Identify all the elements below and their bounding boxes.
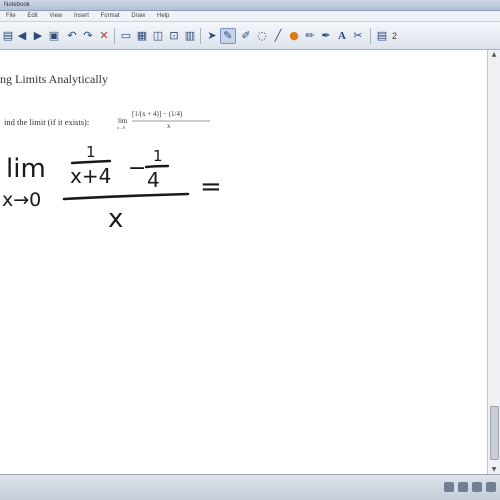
menu-help[interactable]: Help [157,11,169,21]
pen-icon[interactable]: ✎ [220,28,236,44]
window-titlebar: Notebook [0,0,500,11]
magic-pen-icon[interactable]: ✒ [318,28,334,44]
menu-view[interactable]: View [49,11,62,21]
toolbar-separator [200,28,201,44]
next-page-icon[interactable]: ▶ [30,28,46,44]
eraser-icon[interactable]: ◌ [254,28,270,44]
menu-bar: File Edit View Insert Format Draw Help [0,11,500,22]
select-icon[interactable]: ➤ [204,28,220,44]
monitor-icon[interactable]: ◫ [150,28,166,44]
ink-frac1-num: 1 [86,145,96,161]
typed-denominator: x [167,122,171,130]
text-icon[interactable]: A [334,28,350,44]
handwritten-work: lim x→0 1 x+4 − 1 4 x = [2,145,222,234]
toolbar-separator [370,28,371,44]
ink-approach: x→0 [2,189,41,211]
fill-icon[interactable]: ● [286,28,302,44]
tray-network-icon[interactable] [444,482,454,492]
ink-frac2-num: 1 [153,147,163,165]
typed-numerator: [1/(x + 4)] − (1/4) [132,110,183,118]
tray-volume-icon[interactable] [458,482,468,492]
typed-lim: lim [118,117,128,125]
page-number: 2 [392,31,398,41]
menu-format[interactable]: Format [101,11,120,21]
ink-main-fraction-bar [62,192,190,201]
prev-page-icon[interactable]: ◀ [14,28,30,44]
display-icon[interactable]: ▦ [134,28,150,44]
whiteboard-canvas[interactable]: ng Limits Analytically ind the limit (if… [0,50,488,475]
capture-icon[interactable]: ⊡ [166,28,182,44]
ink-denominator: x [108,204,123,234]
toolbar-separator [114,28,115,44]
shape-icon[interactable]: ✏ [302,28,318,44]
ink-lim: lim [6,154,46,184]
vertical-scrollbar[interactable]: ▲ ▼ [487,50,500,475]
delete-icon[interactable]: ✕ [96,28,112,44]
properties-icon[interactable]: ✂ [350,28,366,44]
paste-icon[interactable]: ▣ [46,28,62,44]
scrollbar-thumb[interactable] [490,406,499,460]
page-sorter-icon[interactable]: ▤ [374,28,390,44]
toolbar: ▤ ◀ ▶ ▣ ↶ ↷ ✕ ▭ ▦ ◫ ⊡ ▥ ➤ ✎ ✐ ◌ ╱ ● ✏ ✒ … [0,22,500,50]
ink-minus: − [128,156,146,181]
ink-equals: = [200,172,222,202]
redo-icon[interactable]: ↷ [80,28,96,44]
menu-insert[interactable]: Insert [74,11,89,21]
menu-edit[interactable]: Edit [27,11,37,21]
typed-lim-sub: x→0 [117,125,125,130]
lesson-title: ng Limits Analytically [0,72,108,86]
ink-frac1-bar [70,159,112,165]
screen-shade-icon[interactable]: ▭ [118,28,134,44]
tray-app-icon[interactable] [472,482,482,492]
instruction-text: ind the limit (if it exists): [4,117,90,127]
ink-frac2-bar [144,164,170,169]
taskbar [0,474,500,500]
menu-file[interactable]: File [6,11,16,21]
window-title: Notebook [4,2,30,8]
ink-frac2-den: 4 [147,168,160,192]
system-tray [444,482,496,494]
scroll-up-icon[interactable]: ▲ [488,50,500,60]
menu-draw[interactable]: Draw [131,11,145,21]
undo-icon[interactable]: ↶ [64,28,80,44]
highlighter-icon[interactable]: ✐ [238,28,254,44]
typed-limit-expression: lim x→0 [1/(x + 4)] − (1/4) x [117,110,210,130]
tray-clock-icon[interactable] [486,482,496,492]
ink-frac1-den: x+4 [70,164,111,188]
line-icon[interactable]: ╱ [270,28,286,44]
table-icon[interactable]: ▥ [182,28,198,44]
